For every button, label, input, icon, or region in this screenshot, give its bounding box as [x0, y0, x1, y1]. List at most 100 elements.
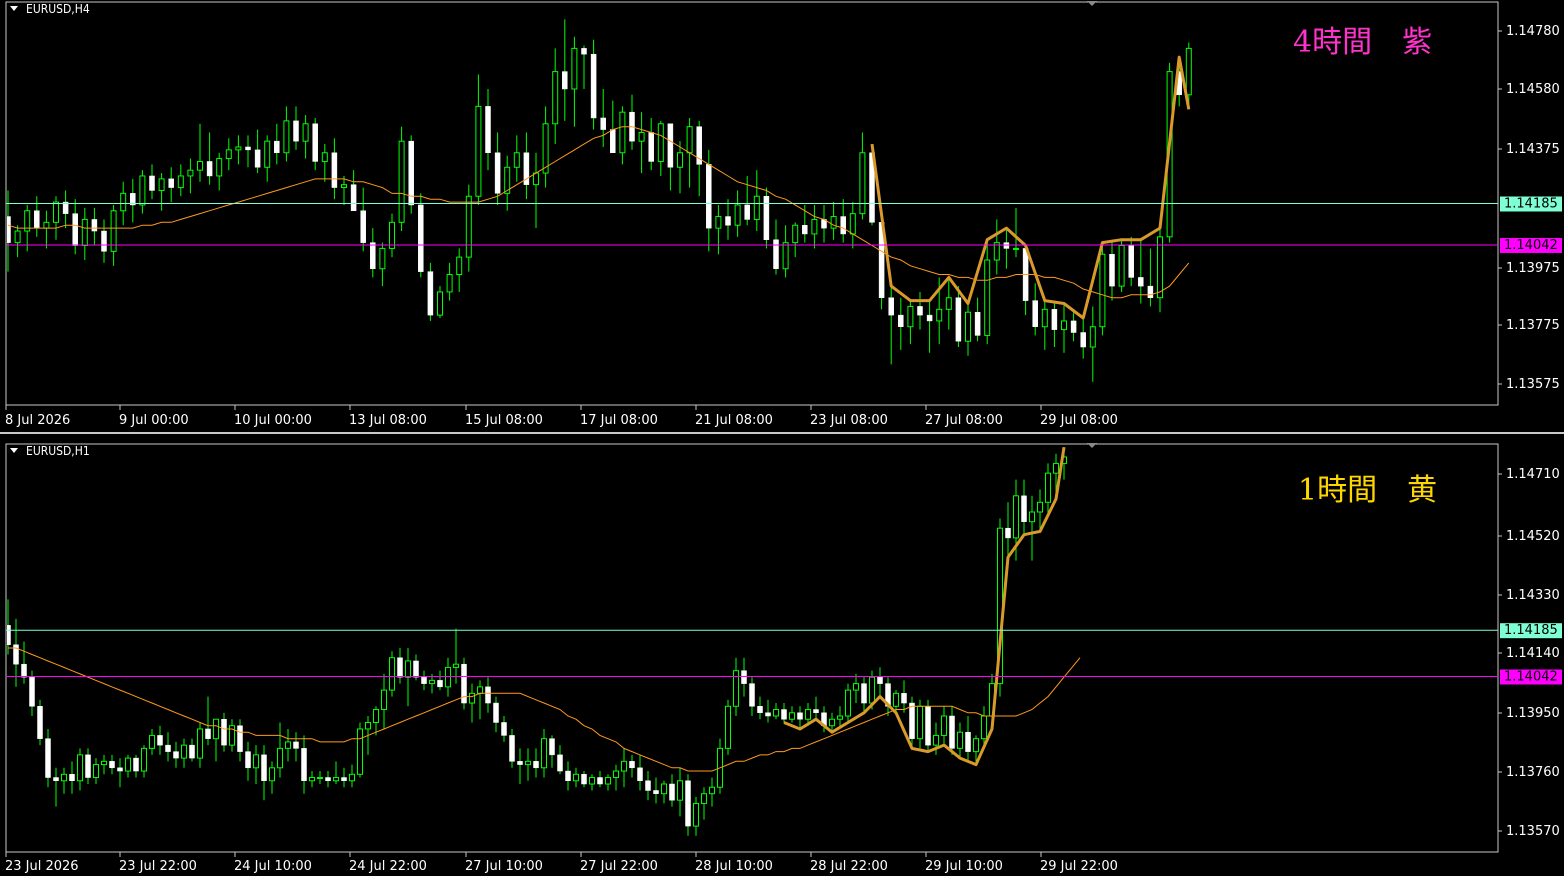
x-tick-label: 27 Jul 10:00: [465, 859, 543, 874]
candle-body-bear: [763, 196, 770, 240]
candle-body-bull: [373, 709, 379, 723]
y-tick-label: 1.14710: [1506, 467, 1560, 482]
candle-body-bear: [926, 314, 933, 322]
x-tick-label: 27 Jul 08:00: [925, 413, 1003, 428]
candle-body-bear: [245, 751, 251, 769]
candle-body-bull: [14, 230, 21, 244]
candle-body-bull: [277, 747, 283, 769]
candle-body-bull: [1053, 462, 1059, 474]
candle-body-bull: [1157, 236, 1163, 299]
candle-body-bull: [477, 686, 483, 694]
candle-body-bull: [216, 158, 223, 177]
candle-body-bull: [621, 760, 627, 772]
candle-body-bear: [667, 123, 674, 168]
candle-body-bear: [261, 754, 267, 782]
candle-body-bear: [802, 224, 808, 235]
y-tick-label: 1.14520: [1506, 529, 1560, 544]
candle-body-bear: [600, 117, 606, 130]
candle-body-bear: [206, 161, 213, 177]
candle-body-bull: [984, 259, 991, 336]
candle-body-bear: [1147, 285, 1154, 298]
candle-body-bull: [453, 663, 459, 668]
candle-body-bear: [53, 777, 59, 782]
candle-body-bull: [513, 152, 520, 168]
candle-body-bull: [853, 683, 859, 691]
candle-body-bull: [139, 175, 146, 206]
candle-body-bull: [715, 216, 722, 229]
candle-body-bull: [1185, 47, 1192, 96]
candle-body-bull: [141, 747, 147, 772]
x-tick-label: 29 Jul 10:00: [925, 859, 1003, 874]
candle-body-bear: [797, 712, 803, 720]
candle-body-bull: [782, 242, 789, 270]
candle-body-bear: [974, 311, 981, 336]
candle-body-bear: [370, 242, 376, 269]
h4-chart-pane[interactable]: 1.14185 1.14042 1.14780 1.14580 1.14375 1.139…: [0, 0, 1564, 432]
candle-body-bear: [549, 738, 555, 756]
candle-body-bear: [493, 702, 499, 723]
candle-body-bear: [1109, 253, 1115, 287]
y-tick-label: 1.14330: [1506, 588, 1560, 603]
candle-body-bear: [494, 152, 501, 194]
level-price-label: 1.14042: [1504, 238, 1558, 253]
candle-body-bear: [325, 777, 331, 782]
candle-body-bull: [725, 705, 731, 749]
candle-body-bear: [590, 53, 597, 119]
candle-body-bear: [1021, 495, 1027, 522]
candle-body-bear: [133, 757, 139, 772]
candle-body-bull: [589, 777, 595, 785]
candle-body-bull: [149, 734, 155, 749]
candle-body-bear: [917, 306, 923, 316]
h4-chart[interactable]: 1.14185 1.14042 1.14780 1.14580 1.14375 1.139…: [0, 0, 1564, 432]
x-tick-label: 21 Jul 08:00: [695, 413, 773, 428]
candle-body-bear: [205, 728, 211, 739]
candle-body-bull: [349, 773, 355, 782]
candle-body-bear: [413, 660, 419, 678]
candle-body-bull: [605, 777, 611, 785]
candle-body-bear: [427, 271, 434, 316]
candle-body-bull: [552, 71, 559, 125]
candle-body-bear: [509, 735, 515, 762]
x-tick-label: 29 Jul 08:00: [1040, 413, 1118, 428]
candle-body-bear: [165, 744, 171, 752]
candle-body-bear: [421, 676, 427, 684]
h1-chart[interactable]: 1.14185 1.14042 1.14710 1.14520 1.14330 1.141…: [0, 442, 1564, 876]
pane-divider[interactable]: [0, 432, 1564, 442]
candle-body-bull: [571, 47, 578, 90]
candle-body-bull: [475, 105, 482, 197]
candle-body-bear: [565, 770, 571, 782]
candle-body-bear: [437, 680, 443, 688]
candle-body-bear: [955, 297, 962, 342]
x-tick-label: 29 Jul 22:00: [1040, 859, 1118, 874]
x-tick-label: 28 Jul 22:00: [810, 859, 888, 874]
x-tick-label: 27 Jul 22:00: [580, 859, 658, 874]
candle-body-bull: [469, 692, 475, 704]
candle-body-bull: [837, 715, 843, 720]
candle-body-bull: [381, 689, 387, 711]
x-tick-label: 13 Jul 08:00: [349, 413, 427, 428]
candle-body-bull: [613, 770, 619, 779]
candle-body-bull: [1037, 501, 1043, 513]
candle-body-bull: [845, 689, 851, 717]
candle-body-bull: [525, 760, 531, 766]
x-tick-label: 15 Jul 08:00: [465, 413, 543, 428]
candle-body-bull: [465, 195, 472, 258]
candle-body-bear: [909, 702, 915, 739]
candle-body-bull: [321, 152, 328, 162]
candle-body-bull: [973, 738, 979, 753]
h1-chart-pane[interactable]: 1.14185 1.14042 1.14710 1.14520 1.14330 1.141…: [0, 442, 1564, 876]
candle-body-bull: [269, 767, 275, 782]
candle-body-bull: [158, 178, 165, 191]
candle-body-bear: [781, 709, 787, 720]
candle-body-bear: [765, 712, 771, 717]
y-tick-label: 1.14375: [1506, 142, 1560, 157]
y-tick-label: 1.14780: [1506, 24, 1560, 39]
candle-body-bear: [888, 297, 894, 316]
candle-body-bull: [225, 149, 232, 160]
candle-body-bull: [309, 777, 315, 782]
candle-body-bear: [101, 230, 107, 252]
y-tick-label: 1.14140: [1506, 646, 1560, 661]
candle-body-bull: [120, 192, 127, 212]
candle-body-bull: [1099, 253, 1106, 328]
y-tick-label: 1.13775: [1506, 318, 1560, 333]
